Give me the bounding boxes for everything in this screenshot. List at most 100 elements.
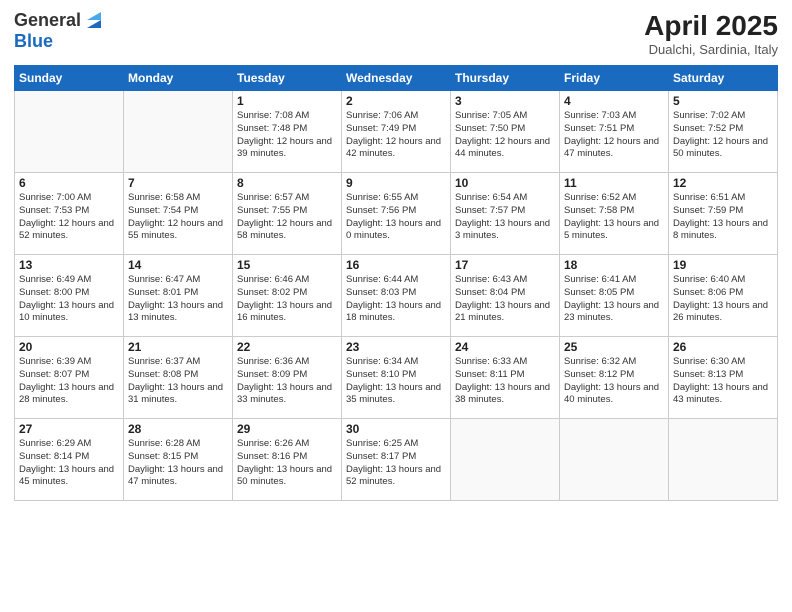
- week-row-5: 27 Sunrise: 6:29 AM Sunset: 8:14 PM Dayli…: [15, 419, 778, 501]
- table-row: [15, 91, 124, 173]
- day-info: Sunrise: 6:41 AM Sunset: 8:05 PM Dayligh…: [564, 274, 664, 325]
- col-saturday: Saturday: [669, 66, 778, 91]
- table-row: [669, 419, 778, 501]
- subtitle: Dualchi, Sardinia, Italy: [644, 42, 778, 57]
- day-info: Sunrise: 6:33 AM Sunset: 8:11 PM Dayligh…: [455, 356, 555, 407]
- day-info: Sunrise: 6:47 AM Sunset: 8:01 PM Dayligh…: [128, 274, 228, 325]
- day-number: 6: [19, 176, 119, 190]
- col-thursday: Thursday: [451, 66, 560, 91]
- table-row: 22 Sunrise: 6:36 AM Sunset: 8:09 PM Dayli…: [233, 337, 342, 419]
- main-title: April 2025: [644, 10, 778, 42]
- title-block: April 2025 Dualchi, Sardinia, Italy: [644, 10, 778, 57]
- table-row: 6 Sunrise: 7:00 AM Sunset: 7:53 PM Daylig…: [15, 173, 124, 255]
- day-info: Sunrise: 6:25 AM Sunset: 8:17 PM Dayligh…: [346, 438, 446, 489]
- day-number: 12: [673, 176, 773, 190]
- day-number: 17: [455, 258, 555, 272]
- day-info: Sunrise: 6:28 AM Sunset: 8:15 PM Dayligh…: [128, 438, 228, 489]
- table-row: 1 Sunrise: 7:08 AM Sunset: 7:48 PM Daylig…: [233, 91, 342, 173]
- table-row: 3 Sunrise: 7:05 AM Sunset: 7:50 PM Daylig…: [451, 91, 560, 173]
- day-number: 23: [346, 340, 446, 354]
- calendar-header-row: Sunday Monday Tuesday Wednesday Thursday…: [15, 66, 778, 91]
- day-number: 29: [237, 422, 337, 436]
- day-info: Sunrise: 6:46 AM Sunset: 8:02 PM Dayligh…: [237, 274, 337, 325]
- day-info: Sunrise: 6:37 AM Sunset: 8:08 PM Dayligh…: [128, 356, 228, 407]
- header: General Blue April 2025 Dualchi, Sardini…: [14, 10, 778, 57]
- table-row: 19 Sunrise: 6:40 AM Sunset: 8:06 PM Dayli…: [669, 255, 778, 337]
- table-row: 17 Sunrise: 6:43 AM Sunset: 8:04 PM Dayli…: [451, 255, 560, 337]
- day-info: Sunrise: 6:32 AM Sunset: 8:12 PM Dayligh…: [564, 356, 664, 407]
- week-row-2: 6 Sunrise: 7:00 AM Sunset: 7:53 PM Daylig…: [15, 173, 778, 255]
- day-number: 13: [19, 258, 119, 272]
- table-row: 14 Sunrise: 6:47 AM Sunset: 8:01 PM Dayli…: [124, 255, 233, 337]
- day-number: 1: [237, 94, 337, 108]
- logo: General Blue: [14, 10, 105, 52]
- table-row: 27 Sunrise: 6:29 AM Sunset: 8:14 PM Dayli…: [15, 419, 124, 501]
- day-number: 19: [673, 258, 773, 272]
- col-friday: Friday: [560, 66, 669, 91]
- table-row: 26 Sunrise: 6:30 AM Sunset: 8:13 PM Dayli…: [669, 337, 778, 419]
- day-number: 16: [346, 258, 446, 272]
- week-row-3: 13 Sunrise: 6:49 AM Sunset: 8:00 PM Dayli…: [15, 255, 778, 337]
- table-row: 30Sunrise: 6:25 AM Sunset: 8:17 PM Dayli…: [342, 419, 451, 501]
- day-number: 21: [128, 340, 228, 354]
- table-row: 16Sunrise: 6:44 AM Sunset: 8:03 PM Dayli…: [342, 255, 451, 337]
- day-number: 15: [237, 258, 337, 272]
- table-row: 21 Sunrise: 6:37 AM Sunset: 8:08 PM Dayli…: [124, 337, 233, 419]
- table-row: 11Sunrise: 6:52 AM Sunset: 7:58 PM Dayli…: [560, 173, 669, 255]
- day-info: Sunrise: 6:57 AM Sunset: 7:55 PM Dayligh…: [237, 192, 337, 243]
- day-info: Sunrise: 6:36 AM Sunset: 8:09 PM Dayligh…: [237, 356, 337, 407]
- day-info: Sunrise: 6:40 AM Sunset: 8:06 PM Dayligh…: [673, 274, 773, 325]
- table-row: 9Sunrise: 6:55 AM Sunset: 7:56 PM Daylig…: [342, 173, 451, 255]
- table-row: 13 Sunrise: 6:49 AM Sunset: 8:00 PM Dayli…: [15, 255, 124, 337]
- table-row: 7 Sunrise: 6:58 AM Sunset: 7:54 PM Daylig…: [124, 173, 233, 255]
- col-monday: Monday: [124, 66, 233, 91]
- day-number: 22: [237, 340, 337, 354]
- day-number: 27: [19, 422, 119, 436]
- day-number: 8: [237, 176, 337, 190]
- table-row: 10 Sunrise: 6:54 AM Sunset: 7:57 PM Dayli…: [451, 173, 560, 255]
- day-info: Sunrise: 7:05 AM Sunset: 7:50 PM Dayligh…: [455, 110, 555, 161]
- day-number: 20: [19, 340, 119, 354]
- day-info: Sunrise: 6:49 AM Sunset: 8:00 PM Dayligh…: [19, 274, 119, 325]
- week-row-1: 1 Sunrise: 7:08 AM Sunset: 7:48 PM Daylig…: [15, 91, 778, 173]
- day-info: Sunrise: 6:58 AM Sunset: 7:54 PM Dayligh…: [128, 192, 228, 243]
- week-row-4: 20 Sunrise: 6:39 AM Sunset: 8:07 PM Dayli…: [15, 337, 778, 419]
- table-row: [124, 91, 233, 173]
- day-info: Sunrise: 6:43 AM Sunset: 8:04 PM Dayligh…: [455, 274, 555, 325]
- table-row: 18 Sunrise: 6:41 AM Sunset: 8:05 PM Dayli…: [560, 255, 669, 337]
- table-row: 4 Sunrise: 7:03 AM Sunset: 7:51 PM Daylig…: [560, 91, 669, 173]
- day-number: 5: [673, 94, 773, 108]
- table-row: 28Sunrise: 6:28 AM Sunset: 8:15 PM Dayli…: [124, 419, 233, 501]
- day-info: Sunrise: 7:08 AM Sunset: 7:48 PM Dayligh…: [237, 110, 337, 161]
- day-number: 18: [564, 258, 664, 272]
- table-row: 20 Sunrise: 6:39 AM Sunset: 8:07 PM Dayli…: [15, 337, 124, 419]
- day-number: 26: [673, 340, 773, 354]
- table-row: 8 Sunrise: 6:57 AM Sunset: 7:55 PM Daylig…: [233, 173, 342, 255]
- day-info: Sunrise: 7:00 AM Sunset: 7:53 PM Dayligh…: [19, 192, 119, 243]
- table-row: 5 Sunrise: 7:02 AM Sunset: 7:52 PM Daylig…: [669, 91, 778, 173]
- table-row: [560, 419, 669, 501]
- day-number: 4: [564, 94, 664, 108]
- day-info: Sunrise: 6:51 AM Sunset: 7:59 PM Dayligh…: [673, 192, 773, 243]
- table-row: 2 Sunrise: 7:06 AM Sunset: 7:49 PM Daylig…: [342, 91, 451, 173]
- day-number: 10: [455, 176, 555, 190]
- day-info: Sunrise: 6:30 AM Sunset: 8:13 PM Dayligh…: [673, 356, 773, 407]
- col-tuesday: Tuesday: [233, 66, 342, 91]
- day-number: 2: [346, 94, 446, 108]
- day-info: Sunrise: 6:29 AM Sunset: 8:14 PM Dayligh…: [19, 438, 119, 489]
- day-info: Sunrise: 7:06 AM Sunset: 7:49 PM Dayligh…: [346, 110, 446, 161]
- day-info: Sunrise: 7:02 AM Sunset: 7:52 PM Dayligh…: [673, 110, 773, 161]
- day-info: Sunrise: 6:54 AM Sunset: 7:57 PM Dayligh…: [455, 192, 555, 243]
- calendar-table: Sunday Monday Tuesday Wednesday Thursday…: [14, 65, 778, 501]
- day-number: 24: [455, 340, 555, 354]
- table-row: 15 Sunrise: 6:46 AM Sunset: 8:02 PM Dayli…: [233, 255, 342, 337]
- col-sunday: Sunday: [15, 66, 124, 91]
- day-number: 7: [128, 176, 228, 190]
- day-info: Sunrise: 6:39 AM Sunset: 8:07 PM Dayligh…: [19, 356, 119, 407]
- day-number: 14: [128, 258, 228, 272]
- day-info: Sunrise: 7:03 AM Sunset: 7:51 PM Dayligh…: [564, 110, 664, 161]
- logo-blue-text: Blue: [14, 31, 53, 51]
- col-wednesday: Wednesday: [342, 66, 451, 91]
- day-number: 3: [455, 94, 555, 108]
- day-info: Sunrise: 6:34 AM Sunset: 8:10 PM Dayligh…: [346, 356, 446, 407]
